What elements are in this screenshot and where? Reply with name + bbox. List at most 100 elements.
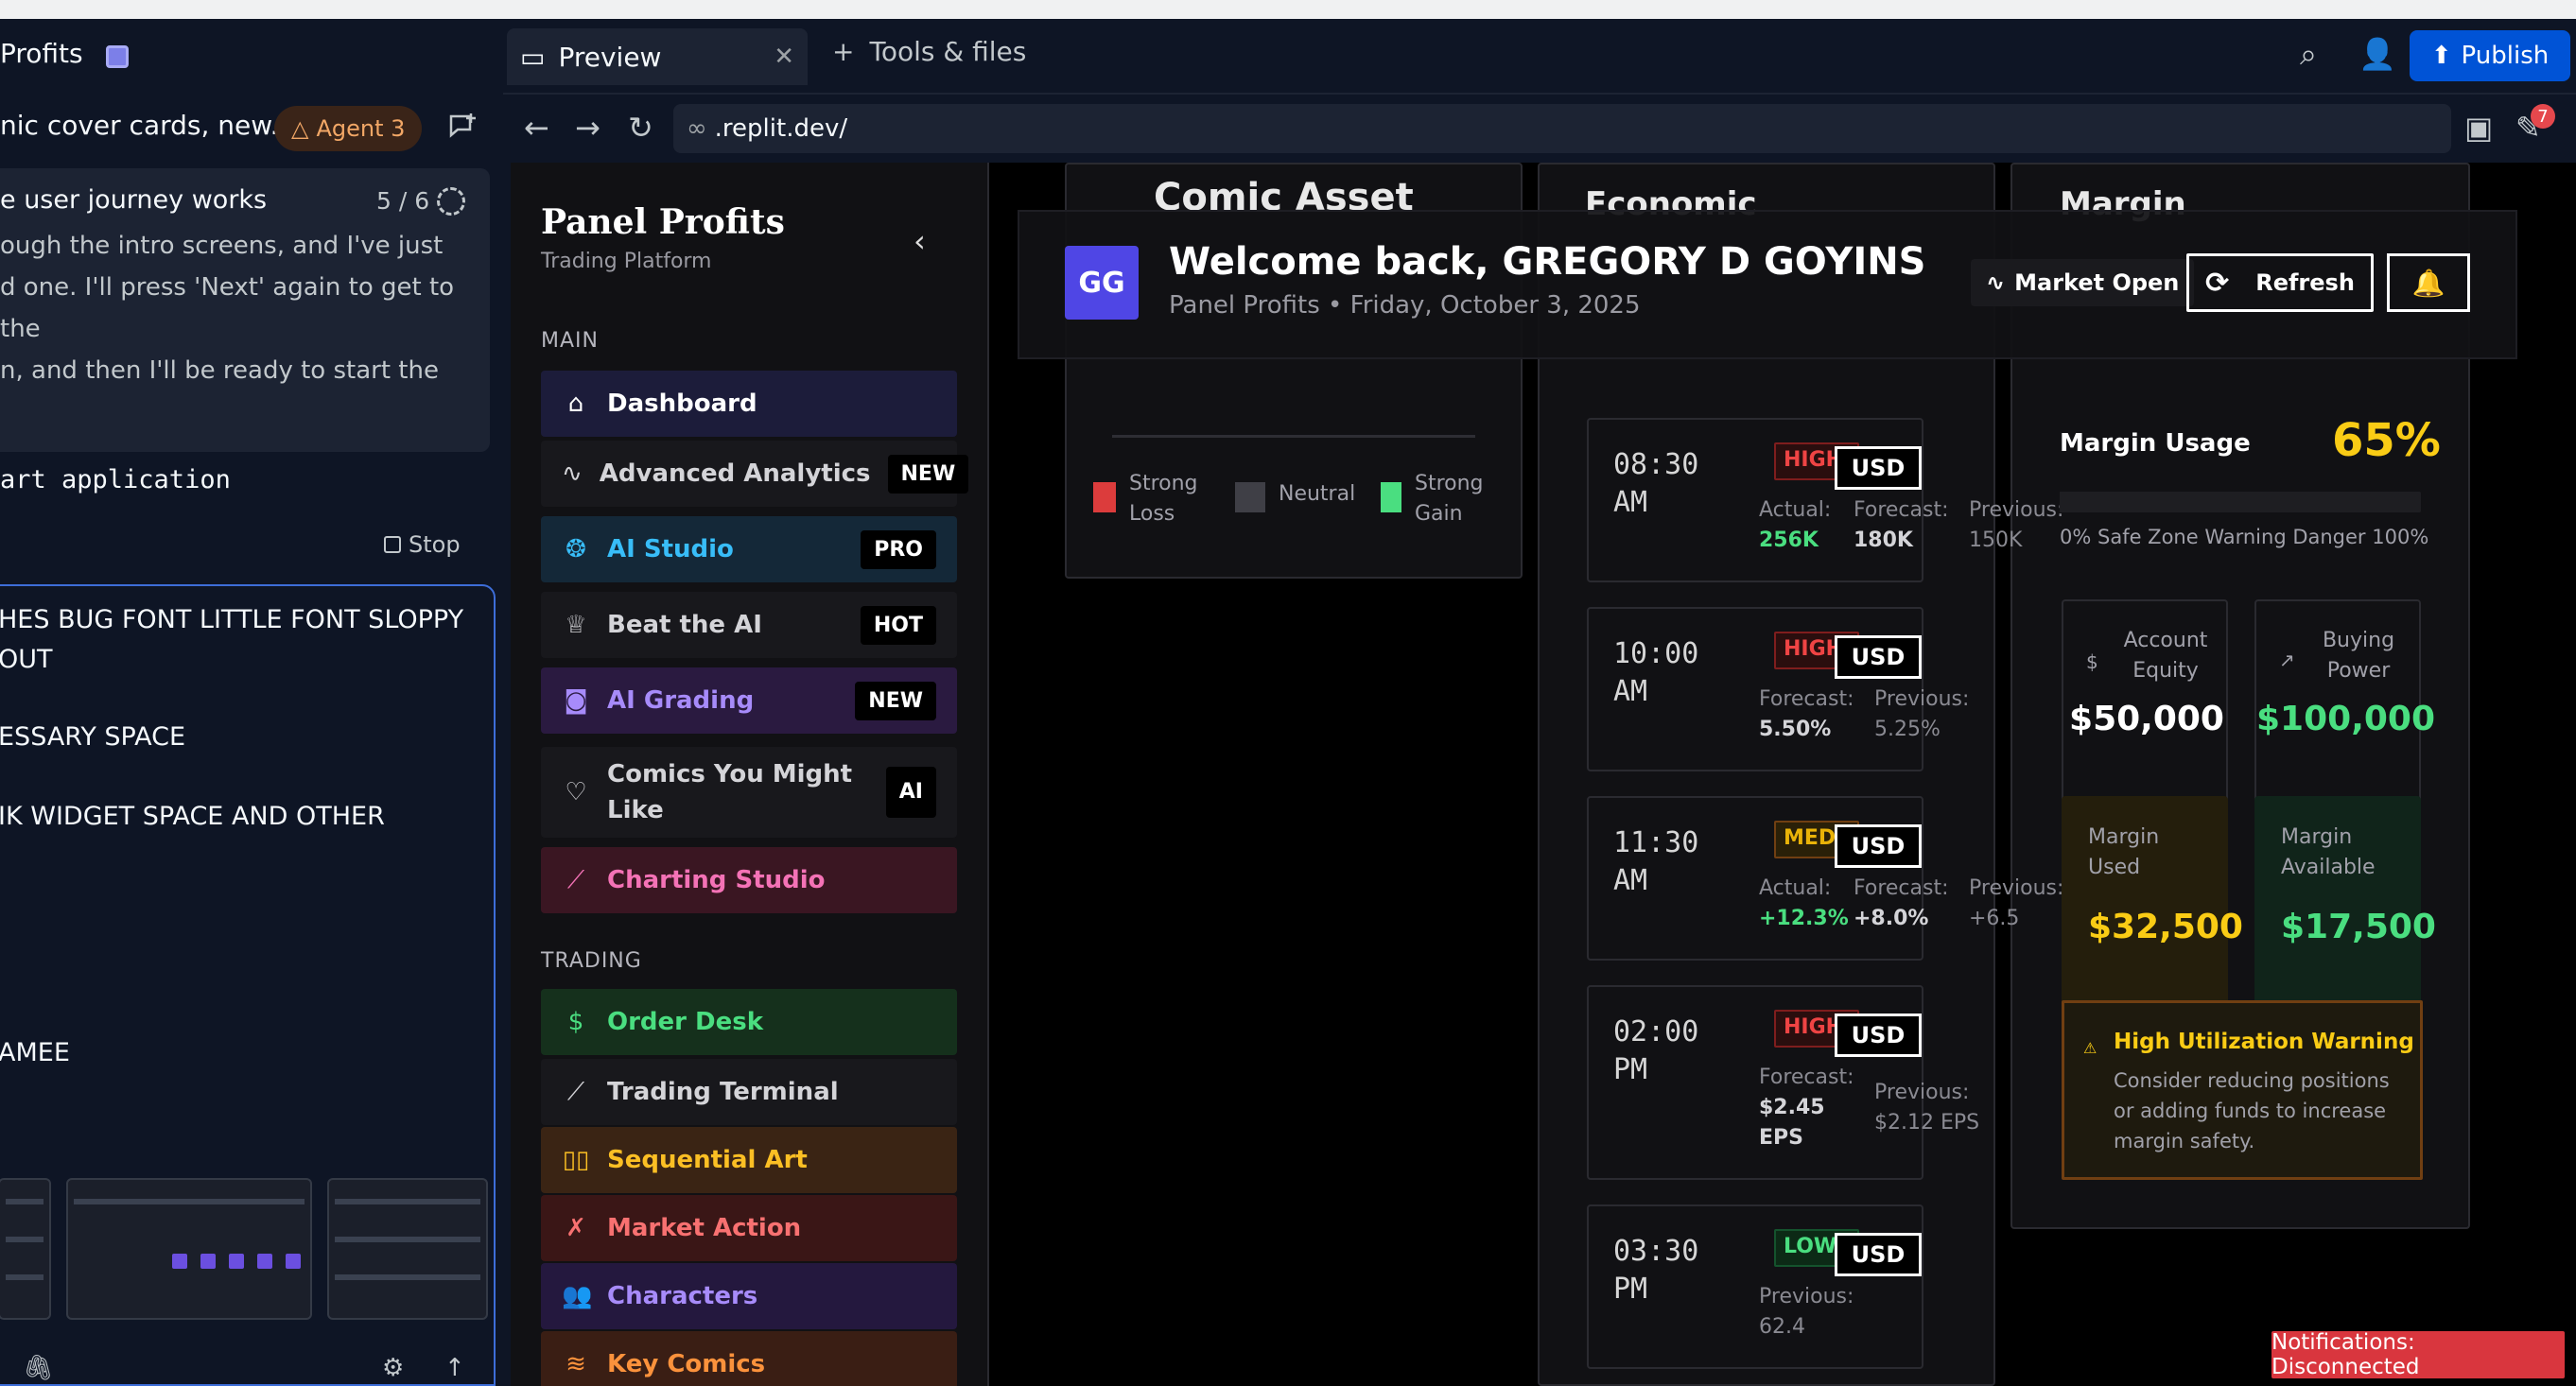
brand-subtitle: Trading Platform xyxy=(541,250,712,273)
sidebar-item-charting-studio[interactable]: ⟋ Charting Studio xyxy=(541,847,957,913)
event-value: 5.50% xyxy=(1759,718,1832,741)
sidebar-item-ai-grading[interactable]: ◙ AI Grading NEW xyxy=(541,667,957,734)
progress-step: e user journey works xyxy=(0,185,268,215)
margin-scale: 0% Safe Zone Warning Danger 100% xyxy=(2060,526,2429,548)
input-line: OUT xyxy=(0,645,53,674)
event-label: Previous: xyxy=(1874,687,1970,711)
brain-icon: ❂ xyxy=(566,535,586,563)
event-value: +6.5 xyxy=(1969,907,2020,930)
sidebar-item-ai-studio[interactable]: ❂ AI Studio PRO xyxy=(541,516,957,582)
close-icon[interactable]: ✕ xyxy=(774,43,794,71)
trophy-icon: ♕ xyxy=(565,611,587,639)
notifications-bell-button[interactable]: 🔔 xyxy=(2387,253,2470,312)
event-label: Forecast: xyxy=(1759,1065,1854,1089)
tab-preview[interactable]: ▭ Preview ✕ xyxy=(507,28,808,85)
sidebar-item-trading-terminal[interactable]: ⟋ Trading Terminal xyxy=(541,1059,957,1125)
sidebar-item-characters[interactable]: 👥 Characters xyxy=(541,1263,957,1329)
camera-icon: ◙ xyxy=(564,686,588,715)
event-value: 150K xyxy=(1969,528,2023,552)
margin-used-label: Margin Used xyxy=(2088,825,2160,879)
event-label: Previous: xyxy=(1759,1285,1854,1308)
market-status-badge: ∿ Market Open xyxy=(1971,259,2195,306)
buying-power-value: $100,000 xyxy=(2256,700,2436,738)
sidebar-item-market-action[interactable]: ✗ Market Action xyxy=(541,1195,957,1261)
tab-preview-label: Preview xyxy=(558,41,662,73)
url-bar[interactable]: ∞ .replit.dev/ xyxy=(673,104,2451,153)
agent-badge[interactable]: △ Agent 3 xyxy=(274,106,423,151)
event-time: 02:00 PM xyxy=(1613,1015,1699,1086)
dollar-icon: $ xyxy=(2086,650,2098,673)
new-chat-icon[interactable] xyxy=(446,112,479,144)
invite-user-icon[interactable]: 👤 xyxy=(2358,36,2396,72)
project-title: Profits xyxy=(0,38,83,69)
command-text: art application xyxy=(0,465,231,494)
attachment-thumbnail[interactable] xyxy=(66,1178,312,1320)
sidebar-item-label: Advanced Analytics xyxy=(599,459,871,488)
stop-label: Stop xyxy=(409,531,461,558)
sidebar-item-order-desk[interactable]: $ Order Desk xyxy=(541,989,957,1055)
currency-badge: USD xyxy=(1835,1233,1922,1276)
account-equity-label: Account Equity xyxy=(2123,629,2208,683)
event-label: Forecast: xyxy=(1759,687,1854,711)
legend-gain-swatch xyxy=(1381,482,1401,512)
currency-badge: USD xyxy=(1835,446,1922,490)
new-badge: NEW xyxy=(855,681,936,720)
currency-badge: USD xyxy=(1835,635,1922,679)
sidebar-item-label: Beat the AI xyxy=(607,611,762,639)
notification-status-toast: Notifications: Disconnected xyxy=(2271,1330,2565,1379)
account-equity-value: $50,000 xyxy=(2069,700,2224,738)
loading-spinner-icon xyxy=(437,187,465,216)
search-icon[interactable]: ⌕ xyxy=(2300,36,2317,73)
settings-sliders-icon[interactable]: ⚙ xyxy=(382,1354,404,1382)
refresh-button[interactable]: ⟳ Refresh xyxy=(2186,253,2374,312)
bell-icon: 🔔 xyxy=(2411,267,2445,299)
layers-icon: ≋ xyxy=(566,1350,586,1378)
legend-neutral: Neutral xyxy=(1279,482,1356,506)
tab-tools-files[interactable]: + Tools & files xyxy=(832,36,1026,67)
hot-badge: HOT xyxy=(860,605,936,645)
attach-icon[interactable]: 🖇 xyxy=(23,1354,54,1382)
sidebar-item-advanced-analytics[interactable]: ∿ Advanced Analytics NEW xyxy=(541,441,969,507)
new-badge: NEW xyxy=(887,454,969,494)
economic-event[interactable]: 02:00 PM HIGH USD Forecast: $2.45 EPS Pr… xyxy=(1587,985,1979,1180)
monitor-icon: ▭ xyxy=(520,41,546,73)
economic-event[interactable]: 10:00 AM HIGH USD Forecast: 5.50% Previo… xyxy=(1587,607,1969,771)
economic-event[interactable]: 11:30 AM MED USD Actual: +12.3% Forecast… xyxy=(1587,796,2063,961)
attachment-thumbnail[interactable] xyxy=(0,1178,51,1320)
welcome-subtitle: Panel Profits • Friday, October 3, 2025 xyxy=(1169,291,1641,320)
sidebar-item-label: Sequential Art xyxy=(607,1146,808,1174)
reload-icon[interactable]: ↻ xyxy=(628,110,653,146)
warning-title: High Utilization Warning xyxy=(2114,1030,2414,1054)
publish-label: Publish xyxy=(2461,42,2550,70)
sidebar-item-key-comics[interactable]: ≋ Key Comics xyxy=(541,1331,957,1386)
plus-icon: + xyxy=(832,36,855,67)
send-arrow-icon[interactable]: ↑ xyxy=(444,1354,465,1382)
economic-event[interactable]: 03:30 PM LOW USD Previous: 62.4 xyxy=(1587,1204,1923,1369)
collapse-sidebar-icon[interactable]: ‹ xyxy=(914,223,926,259)
dollar-icon: $ xyxy=(567,1008,584,1036)
event-value: 180K xyxy=(1854,528,1913,552)
attachment-thumbnail[interactable] xyxy=(327,1178,488,1320)
sidebar-item-sequential-art[interactable]: ▯▯ Sequential Art xyxy=(541,1127,957,1193)
margin-usage-value: 65% xyxy=(2332,414,2441,467)
back-icon[interactable]: ← xyxy=(524,110,549,146)
sidebar-item-comics-you-might-like[interactable]: ♡ Comics You Might Like AI xyxy=(541,747,957,838)
sidebar-item-beat-the-ai[interactable]: ♕ Beat the AI HOT xyxy=(541,592,957,658)
avatar[interactable]: GG xyxy=(1065,246,1139,320)
heart-icon: ♡ xyxy=(565,778,587,806)
workspace-topbar xyxy=(503,19,2576,95)
activity-icon: ∿ xyxy=(562,459,583,488)
devices-icon[interactable]: ▣ xyxy=(2464,110,2493,146)
margin-available-box: Margin Available $17,500 xyxy=(2254,796,2436,1014)
chat-input[interactable]: HES BUG FONT LITTLE FONT SLOPPY OUT ESSA… xyxy=(0,584,496,1386)
project-color-icon xyxy=(106,45,129,68)
notification-count-badge: 7 xyxy=(2531,104,2555,129)
stop-button[interactable]: Stop xyxy=(384,531,461,558)
legend-neutral-swatch xyxy=(1235,482,1265,512)
thread-title[interactable]: nic cover cards, new... xyxy=(0,110,295,141)
forward-icon[interactable]: → xyxy=(575,110,600,146)
economic-event[interactable]: 08:30 AM HIGH USD Actual: 256K Forecast:… xyxy=(1587,418,2063,582)
sidebar-item-dashboard[interactable]: ⌂ Dashboard xyxy=(541,371,957,437)
publish-button[interactable]: ⬆ Publish xyxy=(2410,30,2570,81)
ai-badge: AI xyxy=(885,767,936,818)
